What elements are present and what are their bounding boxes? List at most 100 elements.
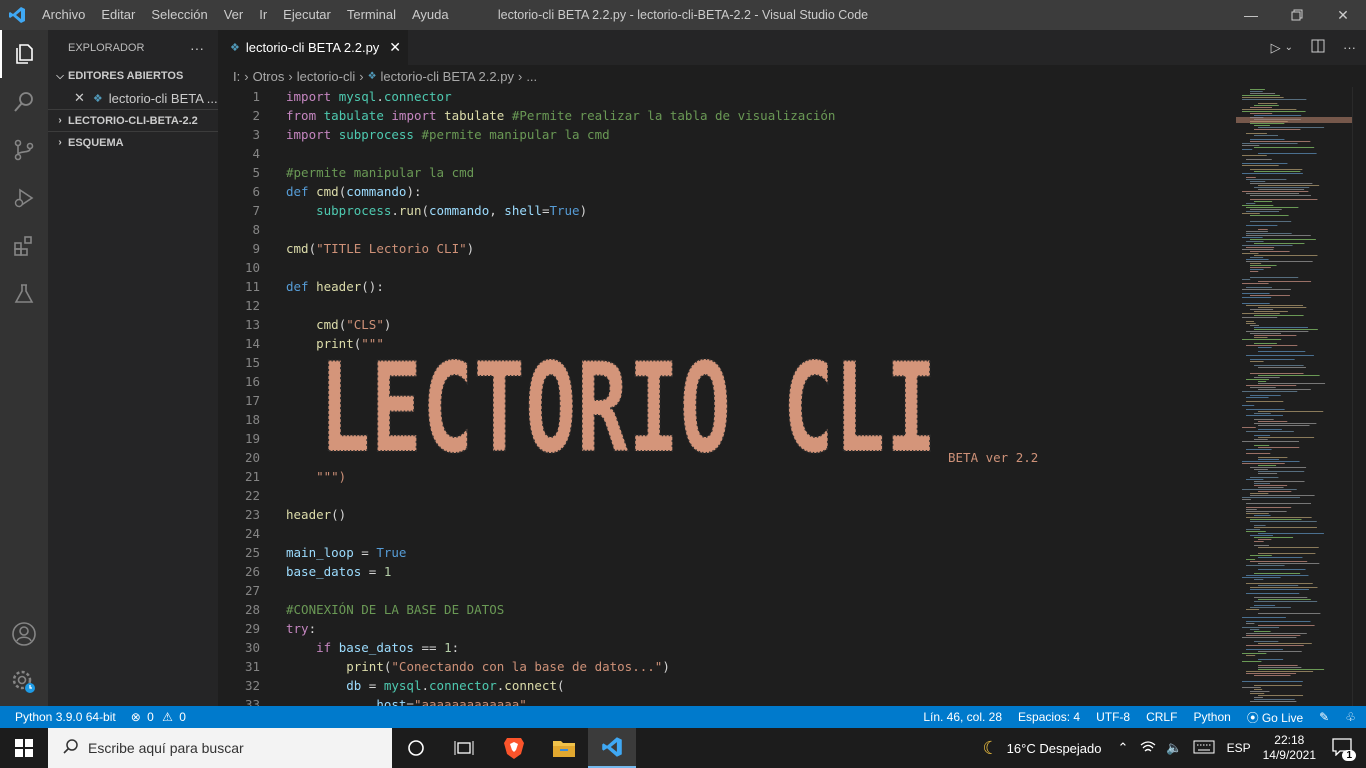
code-editor[interactable]: 1 import mysql.connector 2 from tabulate i…	[218, 87, 1236, 706]
minimap-line	[1250, 93, 1276, 94]
task-view-icon[interactable]	[440, 728, 488, 768]
problems-indicator[interactable]: ⊗ 0 ⚠ 0	[131, 710, 186, 724]
vscode-taskbar-icon[interactable]	[588, 728, 636, 768]
weather-moon-icon[interactable]: ☾	[983, 738, 999, 759]
minimap-line	[1254, 573, 1301, 574]
menu-ver[interactable]: Ver	[216, 0, 252, 30]
menu-editar[interactable]: Editar	[93, 0, 143, 30]
minimap-line	[1254, 525, 1266, 526]
breadcrumb-folder-lectorio[interactable]: lectorio-cli	[297, 69, 356, 84]
minimap-line	[1246, 645, 1304, 646]
encoding[interactable]: UTF-8	[1096, 710, 1130, 724]
minimap-line	[1254, 419, 1274, 420]
volume-icon[interactable]: 🔈	[1166, 740, 1182, 756]
project-folder-section[interactable]: › LECTORIO-CLI-BETA-2.2	[48, 109, 218, 131]
cursor-position[interactable]: Lín. 46, col. 28	[923, 710, 1002, 724]
minimap-line	[1246, 415, 1283, 416]
extensions-icon[interactable]	[0, 222, 48, 270]
cortana-icon[interactable]	[392, 728, 440, 768]
source-control-icon[interactable]	[0, 126, 48, 174]
menu-ejecutar[interactable]: Ejecutar	[275, 0, 339, 30]
open-editors-section[interactable]: ⌵ EDITORES ABIERTOS	[48, 65, 218, 87]
more-editor-actions-icon[interactable]: ···	[1343, 40, 1356, 55]
menu-terminal[interactable]: Terminal	[339, 0, 404, 30]
search-icon[interactable]	[0, 78, 48, 126]
clock[interactable]: 22:18 14/9/2021	[1263, 733, 1316, 763]
minimap-line	[1254, 187, 1310, 188]
taskbar-search-box[interactable]: Escribe aquí para buscar	[48, 728, 392, 768]
file-explorer-icon[interactable]	[540, 728, 588, 768]
testing-flask-icon[interactable]	[0, 270, 48, 318]
minimap-line	[1246, 453, 1271, 454]
minimap-line	[1242, 577, 1281, 578]
menu-ayuda[interactable]: Ayuda	[404, 0, 457, 30]
breadcrumb-symbol[interactable]: ...	[526, 69, 537, 84]
language-mode[interactable]: Python	[1193, 710, 1230, 724]
menu-seleccion[interactable]: Selección	[143, 0, 215, 30]
minimap[interactable]	[1236, 87, 1352, 706]
minimap-line	[1250, 271, 1259, 272]
minimap-line	[1242, 109, 1297, 110]
minimap-line	[1242, 279, 1251, 280]
minimap-line	[1250, 139, 1285, 140]
go-live-label: Go Live	[1261, 710, 1304, 725]
account-icon[interactable]	[0, 610, 48, 658]
breadcrumb-folder-otros[interactable]: Otros	[253, 69, 285, 84]
brave-browser-icon[interactable]	[490, 728, 538, 768]
go-live-button[interactable]: ⦿ Go Live	[1247, 709, 1303, 726]
menu-archivo[interactable]: Archivo	[34, 0, 93, 30]
split-editor-icon[interactable]	[1311, 39, 1325, 56]
settings-gear-icon[interactable]	[0, 658, 48, 706]
close-editor-icon[interactable]: ✕	[74, 90, 85, 106]
run-dropdown-chevron-icon[interactable]: ⌄	[1285, 42, 1293, 53]
notification-center-icon[interactable]: 1	[1332, 737, 1356, 761]
notifications-bell-icon[interactable]: ♧	[1345, 710, 1356, 724]
minimap-line	[1246, 235, 1311, 236]
outline-label: ESQUEMA	[68, 136, 124, 149]
end-of-line[interactable]: CRLF	[1146, 710, 1177, 724]
minimap-line	[1254, 483, 1271, 484]
broadcast-icon: ⦿	[1246, 710, 1259, 725]
breadcrumb-file[interactable]: lectorio-cli BETA 2.2.py	[381, 69, 514, 84]
run-debug-icon[interactable]	[0, 174, 48, 222]
close-tab-icon[interactable]: ✕	[389, 39, 401, 56]
explorer-icon[interactable]	[0, 30, 48, 78]
minimap-line	[1258, 447, 1300, 448]
keyboard-icon[interactable]	[1193, 740, 1215, 757]
open-editor-item[interactable]: ✕ ❖ lectorio-cli BETA ...	[48, 87, 218, 109]
close-window-button[interactable]: ✕	[1320, 0, 1366, 30]
minimap-line	[1242, 303, 1270, 304]
code-line: #permite manipular la cmd	[286, 165, 475, 180]
minimap-line	[1250, 555, 1272, 556]
network-icon[interactable]	[1140, 740, 1156, 757]
minimap-line	[1246, 321, 1255, 322]
breadcrumb-drive[interactable]: I:	[233, 69, 240, 84]
minimap-line	[1246, 583, 1313, 584]
tab-lectorio-cli[interactable]: ❖ lectorio-cli BETA 2.2.py ✕	[218, 30, 408, 65]
minimap-line	[1258, 347, 1272, 348]
open-editors-label: EDITORES ABIERTOS	[68, 70, 184, 82]
minimap-line	[1250, 113, 1273, 114]
python-interpreter[interactable]: Python 3.9.0 64-bit	[15, 710, 116, 724]
weather-status[interactable]: 16°C Despejado	[1007, 741, 1102, 756]
show-hidden-icons-chevron-icon[interactable]: ⌃	[1118, 740, 1129, 756]
line-number: 15	[244, 355, 260, 370]
chevron-right-icon: ›	[58, 115, 62, 126]
clock-date: 14/9/2021	[1262, 748, 1316, 762]
windows-start-icon[interactable]	[0, 728, 48, 768]
code-line: db = mysql.connector.connect(	[346, 678, 565, 693]
minimize-button[interactable]: —	[1228, 0, 1274, 30]
outline-section[interactable]: › ESQUEMA	[48, 131, 218, 153]
menu-ir[interactable]: Ir	[251, 0, 275, 30]
line-number: 21	[244, 469, 260, 484]
feedback-icon[interactable]: ✎	[1319, 710, 1329, 724]
vertical-scrollbar[interactable]	[1352, 87, 1366, 706]
minimap-line	[1242, 149, 1253, 150]
restore-button[interactable]	[1274, 0, 1320, 30]
run-python-icon[interactable]: ▷	[1271, 40, 1281, 56]
minimap-line	[1258, 599, 1311, 600]
input-language[interactable]: ESP	[1227, 741, 1251, 755]
minimap-line	[1258, 281, 1312, 282]
indentation[interactable]: Espacios: 4	[1018, 710, 1080, 724]
more-actions-icon[interactable]: ···	[190, 40, 204, 56]
